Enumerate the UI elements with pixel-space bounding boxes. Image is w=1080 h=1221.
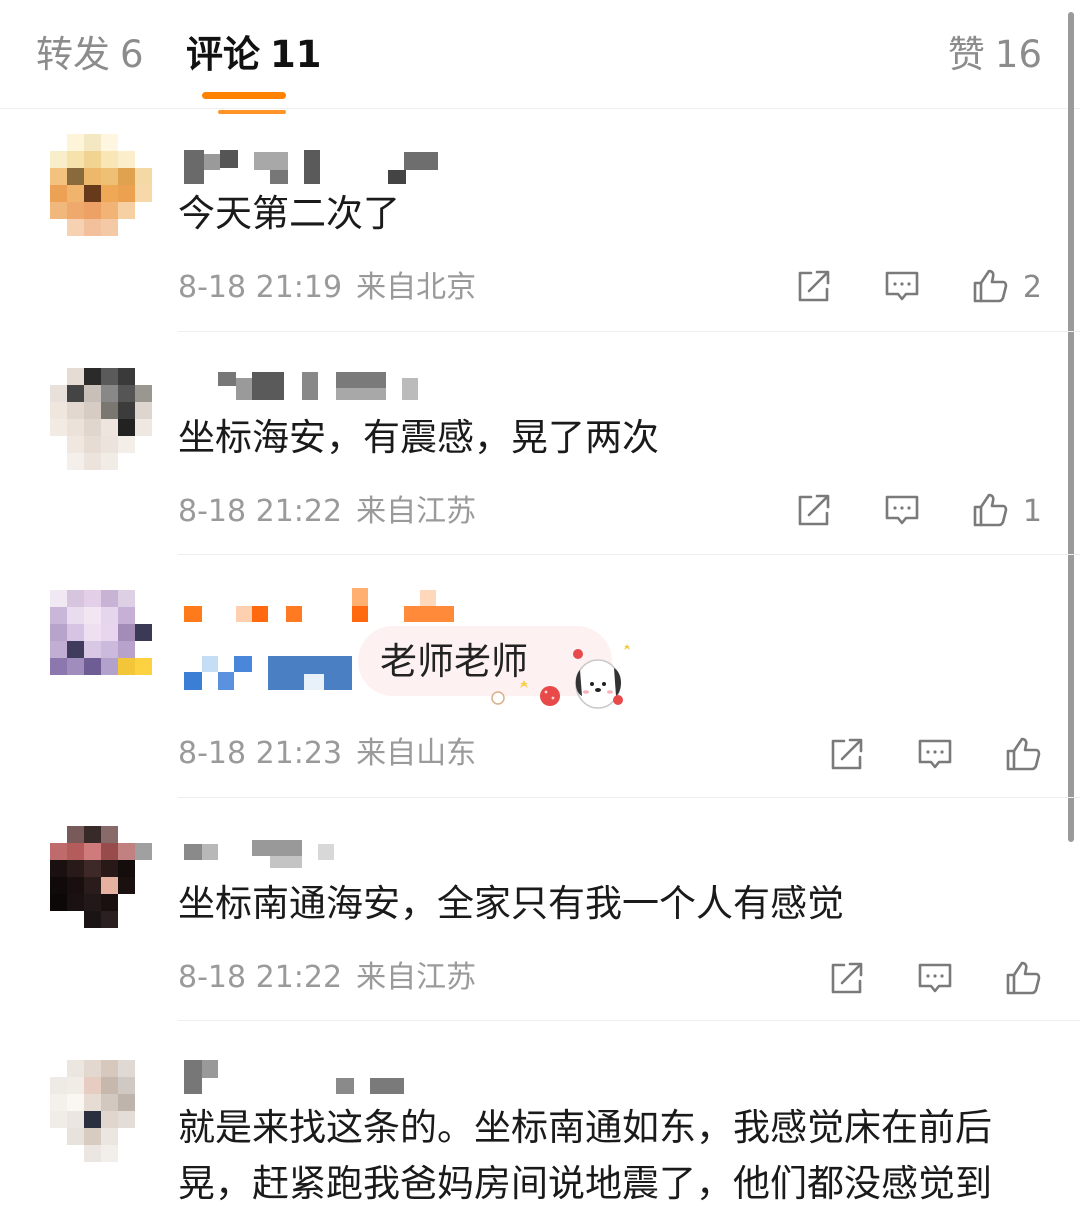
active-tab-indicator-shadow (218, 110, 286, 114)
thumbs-up-icon (971, 267, 1009, 309)
comment-text: 坐标海安，有震感，晃了两次 (178, 416, 659, 459)
avatar[interactable] (50, 826, 152, 928)
username-redacted[interactable] (184, 150, 464, 190)
like-count: 1 (1022, 494, 1042, 529)
comment-text-line1: 就是来找这条的。坐标南通如东，我感觉床在前后 (178, 1106, 992, 1149)
comment-icon (883, 267, 921, 309)
like-button[interactable] (1004, 959, 1042, 1001)
username-redacted[interactable] (184, 588, 464, 628)
comment-location: 来自江苏 (356, 960, 477, 995)
repost-button[interactable] (795, 491, 833, 533)
divider (178, 331, 1080, 332)
reply-button[interactable] (883, 267, 921, 309)
comment-time: 8-18 21:19 (178, 270, 343, 305)
username-redacted[interactable] (184, 1060, 464, 1100)
comment-meta: 8-18 21:22 来自江苏 (178, 492, 476, 532)
username-redacted[interactable] (184, 836, 464, 876)
tab-reposts-count: 6 (120, 33, 144, 76)
share-icon (828, 959, 866, 1001)
divider (178, 1020, 1080, 1021)
comment-meta: 8-18 21:19 来自北京 (178, 268, 476, 308)
username-redacted[interactable] (184, 368, 464, 408)
comment-actions (778, 958, 1042, 1002)
comment-actions: 1 (745, 490, 1042, 534)
tab-reposts-label: 转发 (36, 33, 110, 76)
reply-button[interactable] (916, 735, 954, 777)
like-button[interactable]: 1 (971, 491, 1042, 533)
avatar[interactable] (50, 590, 152, 692)
comment-icon (916, 959, 954, 1001)
tab-comments-count: 11 (270, 33, 322, 76)
tab-likes-count: 16 (994, 33, 1042, 76)
like-button[interactable] (1004, 735, 1042, 777)
tab-likes[interactable]: 赞 16 (948, 30, 1042, 80)
comment-actions: 2 (745, 266, 1042, 310)
pochacco-sticker-icon (491, 644, 630, 709)
comment-icon (916, 735, 954, 777)
tab-likes-label: 赞 (947, 33, 985, 76)
share-icon (795, 491, 833, 533)
like-count: 2 (1022, 270, 1042, 305)
comment-location: 来自江苏 (356, 494, 477, 529)
comment-text: 今天第二次了 (178, 192, 400, 235)
comment-text-line2: 晃，赶紧跑我爸妈房间说地震了，他们都没感觉到 (178, 1162, 992, 1205)
divider (178, 797, 1080, 798)
comment-meta: 8-18 21:23 来自山东 (178, 734, 476, 774)
comment-tabs: 转发 6 评论 11 赞 16 (0, 0, 1080, 114)
scrollbar[interactable] (1068, 12, 1074, 842)
comment-location: 来自北京 (356, 270, 477, 305)
active-tab-indicator (202, 92, 286, 99)
tab-comments-label: 评论 (186, 33, 260, 76)
comment-time: 8-18 21:22 (178, 494, 343, 529)
share-icon (828, 735, 866, 777)
avatar[interactable] (50, 134, 152, 236)
thumbs-up-icon (1004, 959, 1042, 1001)
comment-meta: 8-18 21:22 来自江苏 (178, 958, 476, 998)
comment-location: 来自山东 (356, 736, 477, 771)
divider (178, 554, 1080, 555)
reply-button[interactable] (883, 491, 921, 533)
comment-time: 8-18 21:23 (178, 736, 343, 771)
repost-button[interactable] (795, 267, 833, 309)
comment-actions (778, 734, 1042, 778)
comment-icon (883, 491, 921, 533)
share-icon (795, 267, 833, 309)
thumbs-up-icon (971, 491, 1009, 533)
reply-button[interactable] (916, 959, 954, 1001)
like-button[interactable]: 2 (971, 267, 1042, 309)
tab-reposts[interactable]: 转发 6 (36, 30, 144, 80)
thumbs-up-icon (1004, 735, 1042, 777)
comment-text: 坐标南通海安，全家只有我一个人有感觉 (178, 882, 844, 925)
avatar[interactable] (50, 368, 152, 470)
tab-comments[interactable]: 评论 11 (186, 30, 322, 80)
repost-button[interactable] (828, 735, 866, 777)
repost-button[interactable] (828, 959, 866, 1001)
avatar[interactable] (50, 1060, 152, 1162)
comment-time: 8-18 21:22 (178, 960, 343, 995)
